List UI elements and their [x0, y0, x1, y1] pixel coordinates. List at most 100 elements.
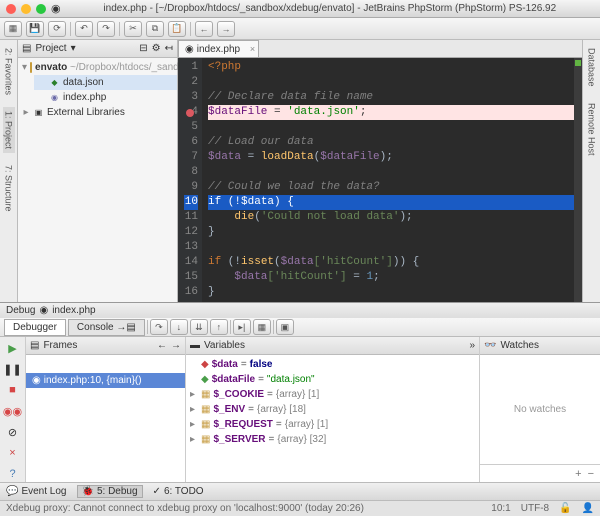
force-step-into-button[interactable]: ⇊	[190, 319, 208, 335]
frames-title: Frames	[43, 340, 77, 351]
project-tab[interactable]: 1: Project	[3, 107, 15, 153]
array-icon: ▦	[201, 389, 210, 400]
project-panel-title: Project	[35, 43, 66, 54]
view-breakpoints-button[interactable]: ◉◉	[5, 403, 21, 419]
variable-row[interactable]: ▸▦$_REQUEST = {array} [1]	[186, 417, 479, 432]
file-data-json[interactable]: ◆ data.json	[34, 75, 177, 90]
event-log-tab[interactable]: 💬Event Log	[6, 486, 67, 497]
structure-tab[interactable]: 7: Structure	[3, 161, 15, 216]
add-watch-button[interactable]: +	[575, 468, 581, 480]
variable-row[interactable]: ▸▦$_ENV = {array} [18]	[186, 402, 479, 417]
copy-button[interactable]: ⧉	[146, 21, 164, 37]
next-frame-icon[interactable]: →	[171, 340, 181, 351]
forward-button[interactable]: →	[217, 21, 235, 37]
string-icon: ◆	[201, 374, 209, 385]
back-button[interactable]: ←	[195, 21, 213, 37]
zoom-window-icon[interactable]	[36, 4, 46, 14]
variable-row[interactable]: ◆$data = false	[186, 357, 479, 372]
debugger-tab[interactable]: Debugger	[4, 319, 66, 336]
external-libraries[interactable]: ▸ ▣ External Libraries	[18, 105, 177, 120]
pause-button[interactable]: ❚❚	[5, 361, 21, 377]
debug-side-controls: ▶ ❚❚ ■ ◉◉ ⊘ × ?	[0, 337, 26, 482]
close-window-icon[interactable]	[6, 4, 16, 14]
execution-line: if (!$data) {	[208, 195, 582, 210]
variables-list: ◆$data = false ◆$dataFile = "data.json" …	[186, 355, 479, 449]
variable-row[interactable]: ▸▦$_COOKIE = {array} [1]	[186, 387, 479, 402]
cursor-position[interactable]: 10:1	[491, 503, 510, 514]
help-button[interactable]: ?	[5, 466, 21, 482]
file-encoding[interactable]: UTF-8	[521, 503, 549, 514]
remote-host-tab[interactable]: Remote Host	[586, 99, 598, 160]
gear-icon[interactable]: ⚙	[152, 43, 161, 54]
file-label: index.php	[63, 92, 106, 103]
inspector-icon[interactable]: 👤	[582, 503, 594, 514]
bool-icon: ◆	[201, 359, 209, 370]
debug-toolbar: Debugger Console →▤ ↷ ↓ ⇊ ↑ ▸| ▦ ▣	[0, 318, 600, 337]
window-titlebar: ◉ index.php - [~/Dropbox/htdocs/_sandbox…	[0, 0, 600, 18]
todo-tab[interactable]: ✓6: TODO	[153, 486, 204, 497]
paste-button[interactable]: 📋	[168, 21, 186, 37]
variable-row[interactable]: ◆$dataFile = "data.json"	[186, 372, 479, 387]
stack-frame-label: index.php:10, {main}()	[44, 375, 142, 386]
undo-button[interactable]: ↶	[75, 21, 93, 37]
evaluate-button[interactable]: ▦	[253, 319, 271, 335]
step-into-button[interactable]: ↓	[170, 319, 188, 335]
minimize-window-icon[interactable]	[21, 4, 31, 14]
array-icon: ▦	[201, 434, 210, 445]
breakpoint-icon[interactable]	[186, 109, 194, 117]
open-button[interactable]: ▦	[4, 21, 22, 37]
code-lines[interactable]: <?php // Declare data file name $dataFil…	[202, 58, 582, 302]
project-root[interactable]: ▾ envato ~/Dropbox/htdocs/_sandbox/xde	[18, 60, 177, 75]
json-file-icon: ◆	[49, 77, 60, 88]
close-tab-icon[interactable]: ×	[250, 44, 255, 54]
hide-icon[interactable]: ↤	[165, 43, 173, 54]
more-icon[interactable]: »	[469, 340, 475, 351]
stop-button[interactable]: ■	[5, 382, 21, 398]
dropdown-icon[interactable]: ▾	[71, 43, 76, 54]
remove-watch-button[interactable]: −	[588, 468, 594, 480]
close-button[interactable]: ×	[5, 445, 21, 461]
bottom-tool-tabs: 💬Event Log 🐞5: Debug ✓6: TODO	[0, 482, 600, 500]
expand-icon[interactable]: ▾	[22, 62, 27, 73]
debug-header: Debug ◉ index.php	[0, 303, 600, 318]
watches-controls: + −	[480, 464, 600, 482]
expand-icon[interactable]: ▸	[190, 419, 198, 430]
file-index-php[interactable]: ◉ index.php	[34, 90, 177, 105]
watches-icon: 👓	[484, 340, 496, 351]
console-tab[interactable]: Console →▤	[68, 319, 145, 336]
cut-button[interactable]: ✂	[124, 21, 142, 37]
collapse-icon[interactable]: ⊟	[139, 43, 147, 54]
expand-icon[interactable]: ▸	[22, 107, 30, 118]
save-button[interactable]: 💾	[26, 21, 44, 37]
sync-button[interactable]: ⟳	[48, 21, 66, 37]
editor-tab-index[interactable]: ◉ index.php ×	[178, 40, 259, 57]
step-over-button[interactable]: ↷	[150, 319, 168, 335]
expand-icon[interactable]: ▸	[190, 389, 198, 400]
project-tree: ▾ envato ~/Dropbox/htdocs/_sandbox/xde ◆…	[18, 58, 177, 122]
code-editor[interactable]: 123 456 789 1011 121314 1516 <?php // De…	[178, 58, 582, 302]
database-tab[interactable]: Database	[586, 44, 598, 91]
stack-frame[interactable]: ◉ index.php:10, {main}()	[26, 373, 185, 388]
library-icon: ▣	[33, 107, 44, 118]
project-root-label: envato	[35, 62, 67, 73]
editor-tab-label: index.php	[197, 44, 240, 55]
expand-icon[interactable]: ▸	[190, 404, 198, 415]
bug-icon: 🐞	[82, 486, 94, 497]
variable-row[interactable]: ▸▦$_SERVER = {array} [32]	[186, 432, 479, 447]
step-out-button[interactable]: ↑	[210, 319, 228, 335]
redo-button[interactable]: ↷	[97, 21, 115, 37]
editor-minimap[interactable]	[574, 58, 582, 302]
resume-button[interactable]: ▶	[5, 340, 21, 356]
expand-icon[interactable]: ▸	[190, 434, 198, 445]
window-title: index.php - [~/Dropbox/htdocs/_sandbox/x…	[66, 3, 594, 14]
array-icon: ▦	[201, 419, 210, 430]
favorites-tab[interactable]: 2: Favorites	[3, 44, 15, 99]
mute-breakpoints-button[interactable]: ⊘	[5, 424, 21, 440]
debug-tool-tab[interactable]: 🐞5: Debug	[77, 485, 143, 498]
traffic-lights	[6, 4, 46, 14]
right-tool-strip: Database Remote Host	[582, 40, 600, 302]
run-to-cursor-button[interactable]: ▸|	[233, 319, 251, 335]
prev-frame-icon[interactable]: ←	[157, 340, 167, 351]
lock-icon[interactable]: 🔓	[559, 503, 571, 514]
toggle-button[interactable]: ▣	[276, 319, 294, 335]
